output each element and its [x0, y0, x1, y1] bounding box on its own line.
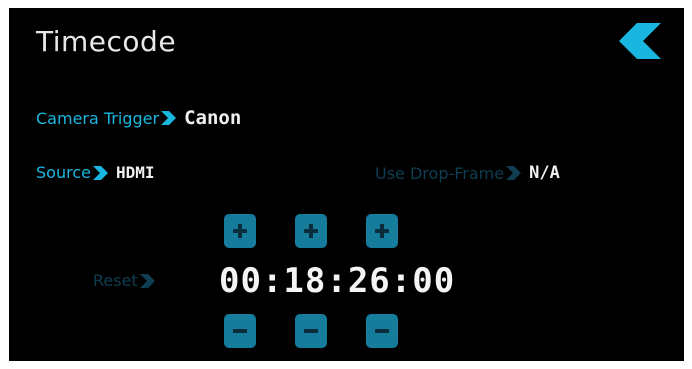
back-arrow-icon: [619, 23, 661, 59]
source-row[interactable]: Source HDMI: [36, 163, 154, 182]
reset-label[interactable]: Reset: [93, 271, 138, 290]
hours-increment-button[interactable]: [224, 214, 256, 248]
minus-icon: [233, 329, 247, 333]
plus-icon: [233, 224, 247, 238]
seconds-increment-button[interactable]: [366, 214, 398, 248]
minus-icon: [375, 329, 389, 333]
minutes-decrement-button[interactable]: [295, 314, 327, 348]
camera-trigger-label[interactable]: Camera Trigger: [36, 109, 159, 128]
source-value: HDMI: [115, 163, 155, 182]
minutes-increment-button[interactable]: [295, 214, 327, 248]
back-button[interactable]: [619, 23, 661, 59]
drop-frame-row[interactable]: Use Drop-Frame N/A: [375, 163, 560, 183]
timecode-display: 00:18:26:00: [219, 261, 456, 301]
plus-icon: [375, 224, 389, 238]
page-title: Timecode: [36, 25, 177, 58]
chevron-right-icon: [161, 111, 177, 125]
plus-icon: [304, 224, 318, 238]
camera-trigger-value: Canon: [184, 107, 242, 129]
reset-button[interactable]: Reset: [93, 271, 163, 290]
seconds-decrement-button[interactable]: [366, 314, 398, 348]
hours-decrement-button[interactable]: [224, 314, 256, 348]
drop-frame-value: N/A: [529, 163, 560, 183]
source-label[interactable]: Source: [36, 163, 91, 182]
drop-frame-label[interactable]: Use Drop-Frame: [375, 164, 504, 183]
minus-icon: [304, 329, 318, 333]
chevron-right-icon: [92, 165, 108, 180]
camera-trigger-row[interactable]: Camera Trigger Canon: [36, 107, 241, 129]
timecode-screen: Timecode Camera Trigger Canon Source HDM…: [9, 8, 684, 361]
chevron-right-icon: [139, 273, 155, 288]
chevron-right-icon: [506, 166, 522, 180]
